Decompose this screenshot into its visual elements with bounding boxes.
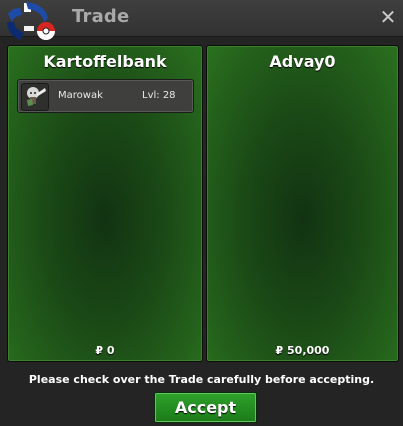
window-title: Trade — [72, 6, 130, 27]
my-offer-panel: Kartoffelbank Marowak Lvl: 28 ₽ 0 — [7, 45, 203, 362]
offered-pokemon-slot[interactable]: Marowak Lvl: 28 — [17, 79, 194, 113]
accept-button[interactable]: Accept — [154, 392, 257, 423]
trade-window: Trade ✕ Kartoffelbank Marowak Lvl: 28 ₽ … — [0, 0, 403, 426]
title-bar[interactable]: Trade ✕ — [0, 0, 403, 40]
pokeball-logo-icon — [7, 2, 55, 40]
close-icon[interactable]: ✕ — [377, 6, 399, 28]
pokemon-name: Marowak — [58, 90, 103, 101]
marowak-sprite-icon — [21, 83, 49, 111]
partner-money-offer: ₽ 50,000 — [275, 344, 330, 357]
partner-offer-panel: Advay0 ₽ 50,000 — [206, 45, 399, 362]
partner-trainer-name: Advay0 — [269, 52, 336, 71]
my-money-offer: ₽ 0 — [95, 344, 115, 357]
my-trainer-name: Kartoffelbank — [43, 52, 167, 71]
trade-instruction: Please check over the Trade carefully be… — [28, 373, 375, 386]
pokemon-level: Lvl: 28 — [142, 90, 176, 101]
